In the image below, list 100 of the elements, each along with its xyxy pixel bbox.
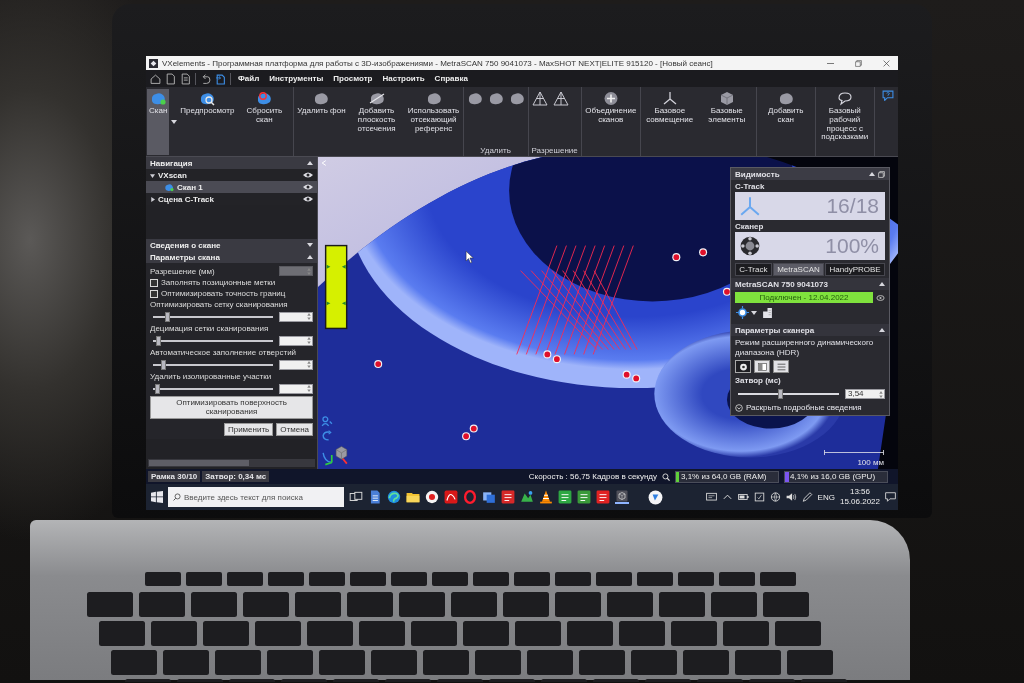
- device-tab[interactable]: MetraSCAN: [772, 263, 825, 276]
- spin-icon[interactable]: [879, 390, 883, 398]
- menu-item[interactable]: Справка: [431, 74, 471, 83]
- ribbon-button[interactable]: Объединение сканов: [582, 89, 639, 155]
- checkbox[interactable]: [150, 278, 158, 287]
- value-field[interactable]: [279, 311, 313, 322]
- caret-icon[interactable]: [307, 255, 313, 260]
- menu-item[interactable]: Инструменты: [266, 74, 327, 83]
- magnifier-icon[interactable]: [662, 472, 670, 481]
- curved-arrow-icon[interactable]: [200, 72, 211, 85]
- cube-tile-icon[interactable]: [615, 490, 629, 504]
- value-field[interactable]: [279, 383, 313, 394]
- panel-header[interactable]: Сведения о скане: [146, 239, 317, 252]
- slider-thumb[interactable]: [778, 389, 784, 400]
- folder-icon[interactable]: [406, 490, 420, 504]
- panel-header[interactable]: Навигация: [146, 157, 317, 169]
- caret-icon[interactable]: [751, 310, 757, 315]
- caret-icon[interactable]: [150, 196, 155, 202]
- ribbon-button[interactable]: Скан: [147, 89, 170, 155]
- eye-icon[interactable]: [303, 196, 313, 202]
- action-button[interactable]: Отмена: [276, 422, 313, 436]
- value-field[interactable]: [279, 359, 313, 370]
- caret-icon[interactable]: [171, 120, 178, 124]
- picture-icon[interactable]: [520, 490, 534, 504]
- device-tab[interactable]: HandyPROBE: [825, 263, 885, 276]
- hdr-mode-button[interactable]: [773, 360, 789, 374]
- battery-icon[interactable]: [737, 492, 749, 502]
- disc-icon[interactable]: [648, 489, 663, 505]
- disc-dot-icon[interactable]: [425, 490, 439, 504]
- building-icon[interactable]: [762, 307, 773, 318]
- spin-icon[interactable]: [307, 361, 311, 369]
- lined-tile-icon[interactable]: [501, 490, 515, 504]
- globe-icon[interactable]: [769, 492, 781, 502]
- clock-time[interactable]: 13:56: [849, 487, 870, 497]
- rotate-icon[interactable]: [321, 430, 333, 441]
- panel-header[interactable]: MetraSCAN 750 9041073: [731, 278, 889, 290]
- ribbon-button[interactable]: Базовые элементы: [698, 89, 755, 155]
- swirl-icon[interactable]: [387, 490, 401, 504]
- spin-icon[interactable]: [307, 385, 311, 393]
- lined-tile-icon[interactable]: [558, 490, 572, 504]
- hdr-mode-button[interactable]: [735, 360, 751, 374]
- clock-date[interactable]: 15.06.2022: [839, 497, 880, 507]
- page-arrow-icon[interactable]: [215, 72, 226, 85]
- ribbon-button[interactable]: Сбросить скан: [236, 89, 293, 155]
- caret-icon[interactable]: [869, 172, 875, 176]
- traffic-cone-icon[interactable]: [539, 490, 553, 504]
- optimize-button[interactable]: Оптимизировать поверхность сканирования: [150, 396, 313, 419]
- hdr-mode-button[interactable]: [754, 360, 770, 374]
- page-icon[interactable]: [165, 72, 176, 85]
- spin-icon[interactable]: [307, 337, 311, 345]
- ribbon-button[interactable]: Предпросмотр: [179, 89, 236, 155]
- swoosh-tile-icon[interactable]: [444, 490, 458, 504]
- eye-icon[interactable]: [303, 172, 313, 178]
- expand-circle-icon[interactable]: [735, 403, 743, 412]
- home-icon[interactable]: [150, 72, 161, 85]
- language-indicator[interactable]: ENG: [817, 492, 835, 502]
- monitor-icon[interactable]: [705, 492, 717, 502]
- caret-icon[interactable]: [307, 243, 313, 248]
- eye-icon[interactable]: [876, 294, 885, 301]
- detach-icon[interactable]: [878, 170, 885, 178]
- document-icon[interactable]: [368, 490, 382, 504]
- target-icon[interactable]: [736, 306, 749, 319]
- screen-icon[interactable]: [753, 492, 765, 502]
- panel-header[interactable]: Видимость: [731, 168, 889, 180]
- caret-icon[interactable]: [307, 161, 313, 165]
- slider-thumb[interactable]: [165, 311, 171, 322]
- task-view-icon[interactable]: [349, 490, 363, 504]
- details-link[interactable]: Раскрыть подробные сведения: [746, 403, 862, 413]
- ribbon-button[interactable]: Удалить фон: [295, 89, 348, 155]
- spin-icon[interactable]: [307, 313, 311, 321]
- rotation-mode-icon[interactable]: [321, 416, 333, 427]
- lined-tile-icon[interactable]: [596, 490, 610, 504]
- device-tab[interactable]: C-Track: [735, 263, 772, 276]
- caret-icon[interactable]: [879, 282, 885, 286]
- ribbon-button[interactable]: Использовать отсекающий референс: [405, 89, 462, 155]
- slider-thumb[interactable]: [160, 359, 166, 370]
- panel-header[interactable]: Параметры сканера: [731, 324, 889, 336]
- pen-icon[interactable]: [801, 492, 813, 502]
- search-field[interactable]: Введите здесь текст для поиска: [168, 487, 344, 507]
- notification-icon[interactable]: [885, 492, 896, 502]
- windows-logo-icon[interactable]: [151, 491, 163, 503]
- checkbox[interactable]: [150, 289, 158, 298]
- value-field[interactable]: 3,54: [845, 389, 885, 400]
- lined-tile-icon[interactable]: [577, 490, 591, 504]
- ribbon-button[interactable]: Базовый рабочий процесс с подсказками: [816, 89, 873, 155]
- panel-header[interactable]: Параметры скана: [146, 251, 317, 264]
- tree-item[interactable]: Скан 1: [146, 181, 317, 193]
- ribbon-button[interactable]: Базовое совмещение: [641, 89, 698, 155]
- axis-triad-icon[interactable]: [321, 444, 349, 466]
- ring-icon[interactable]: [463, 490, 477, 504]
- scrollbar[interactable]: [148, 459, 315, 467]
- slider-thumb[interactable]: [154, 383, 160, 394]
- ribbon-button[interactable]: Добавить плоскость отсечения: [348, 89, 405, 155]
- action-button[interactable]: Применить: [223, 422, 274, 436]
- slider-thumb[interactable]: [155, 335, 161, 346]
- eye-icon[interactable]: [303, 184, 313, 190]
- chevron-up-icon[interactable]: [721, 492, 733, 502]
- caret-icon[interactable]: [150, 172, 155, 178]
- window-stack-icon[interactable]: [482, 490, 496, 504]
- menu-item[interactable]: Настроить: [379, 74, 428, 83]
